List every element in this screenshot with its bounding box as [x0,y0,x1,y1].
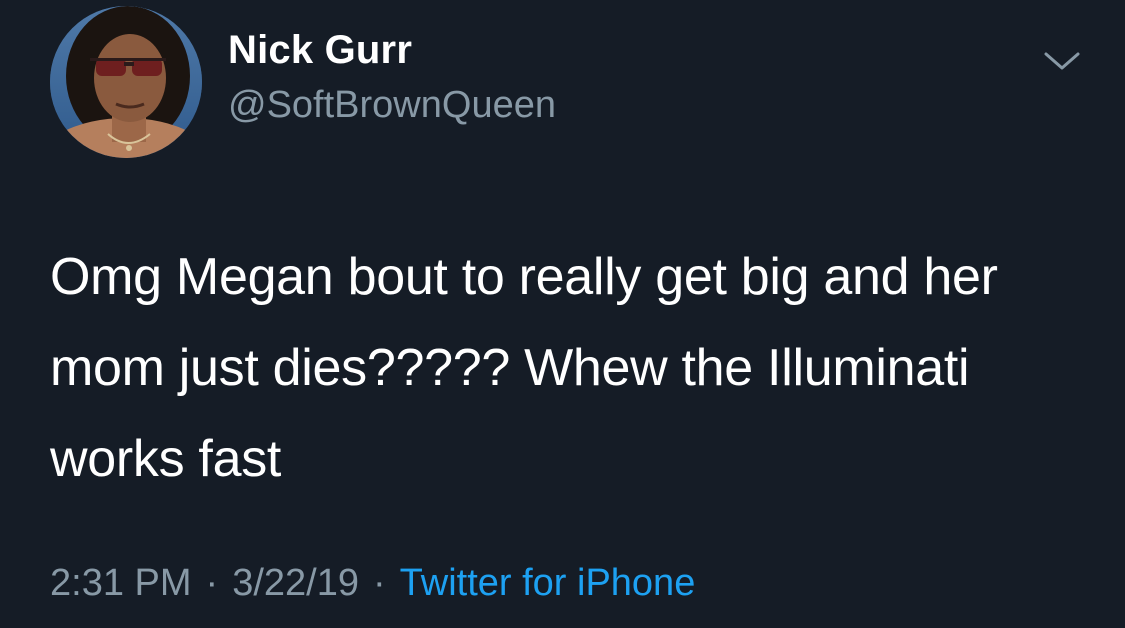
tweet-text: Omg Megan bout to really get big and her… [50,248,998,488]
author-display-name[interactable]: Nick Gurr [228,28,412,73]
meta-separator: · [372,562,386,604]
profile-photo-icon [50,6,202,158]
tweet-card: Nick Gurr @SoftBrownQueen Omg Megan bout… [0,0,1125,628]
tweet-source-link[interactable]: Twitter for iPhone [400,562,696,604]
tweet-date: 3/22/19 [232,562,359,604]
tweet-meta: 2:31 PM · 3/22/19 · Twitter for iPhone [50,562,695,605]
avatar[interactable] [50,6,202,158]
chevron-down-icon[interactable] [1040,46,1084,76]
meta-separator: · [205,562,219,604]
author-handle[interactable]: @SoftBrownQueen [228,84,556,127]
tweet-time: 2:31 PM [50,562,192,604]
